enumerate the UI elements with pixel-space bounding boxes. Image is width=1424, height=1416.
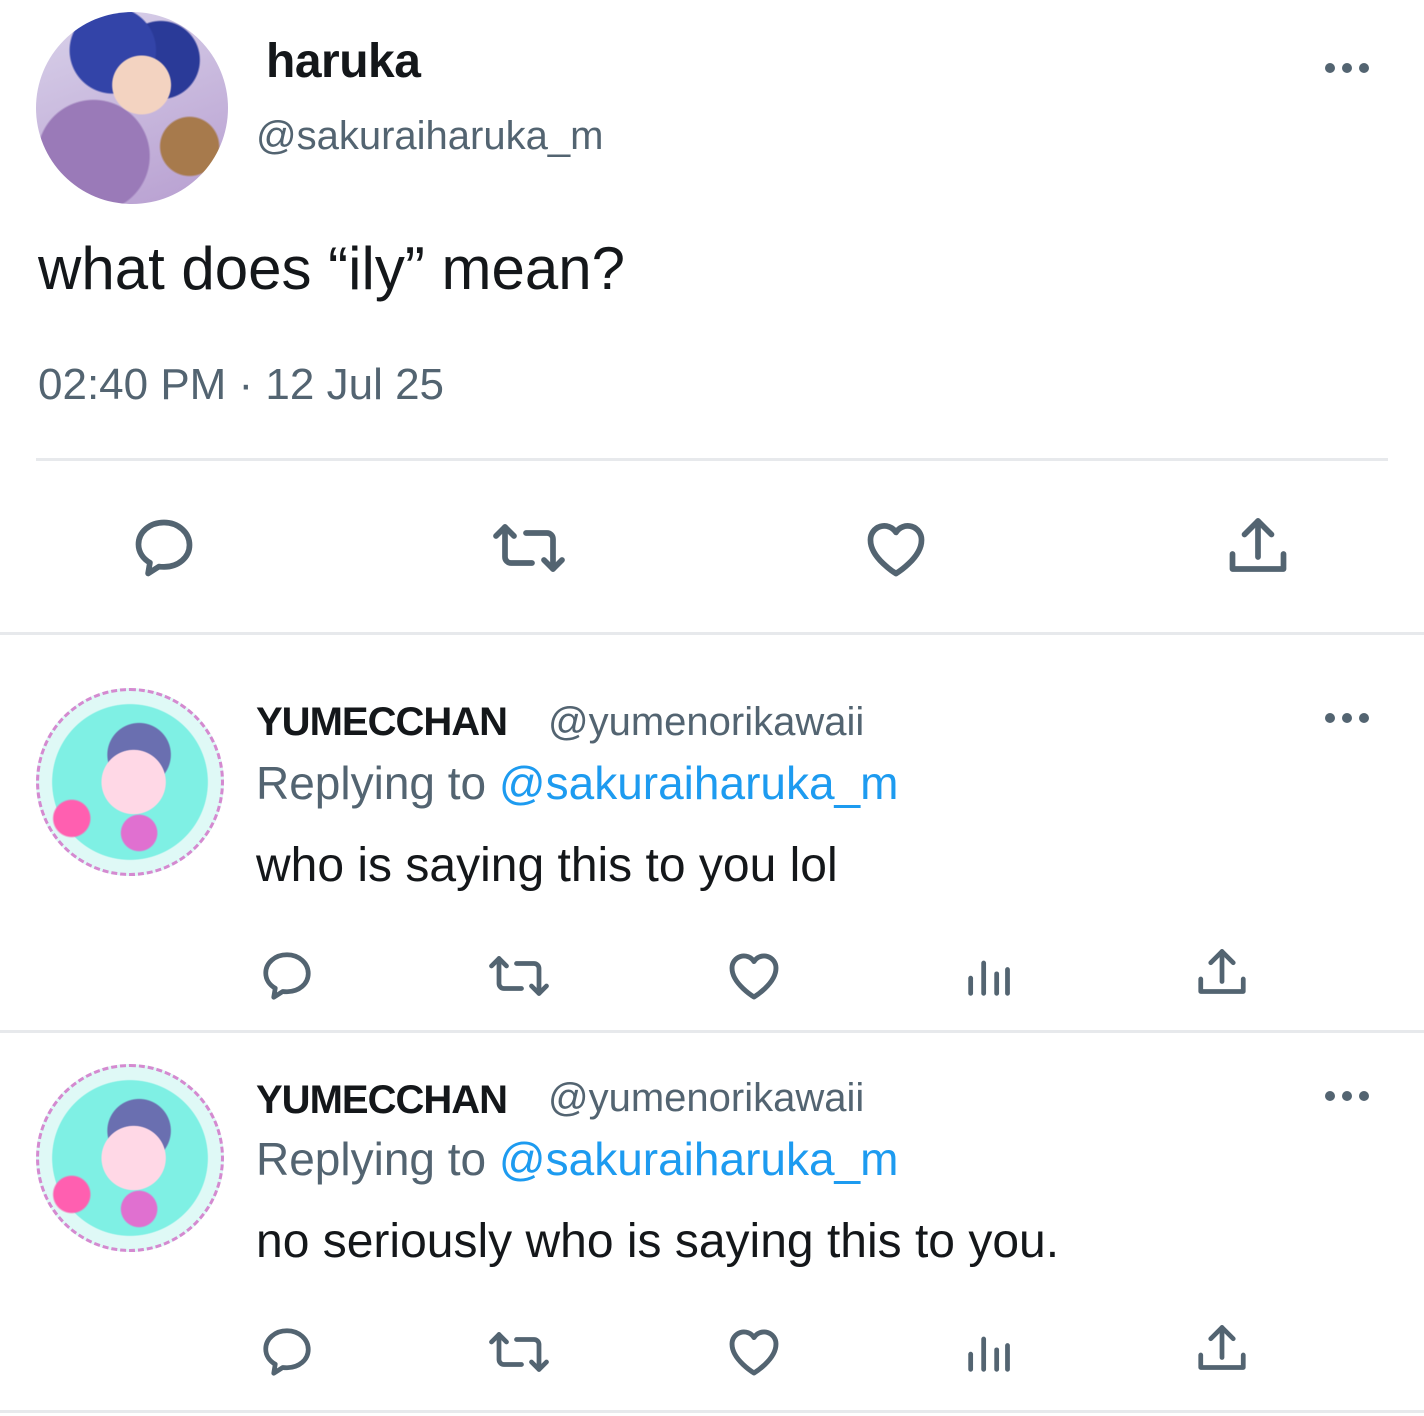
mention-link[interactable]: @sakuraiharuka_m [499, 757, 899, 809]
views-icon[interactable] [960, 950, 1016, 1002]
more-options-icon[interactable] [1322, 708, 1372, 728]
divider [0, 1030, 1424, 1033]
share-icon[interactable] [1192, 944, 1252, 1004]
divider [36, 458, 1388, 461]
reply-icon[interactable] [128, 512, 200, 584]
main-display-name[interactable]: haruka [266, 34, 421, 89]
replying-to-line: Replying to @sakuraiharuka_m [256, 756, 898, 810]
retweet-icon[interactable] [484, 1322, 554, 1382]
reply-display-name[interactable]: YUMECCHAN [256, 1078, 508, 1123]
reply-handle[interactable]: @yumenorikawaii [548, 1076, 864, 1121]
reply-avatar[interactable] [36, 688, 224, 876]
reply-handle[interactable]: @yumenorikawaii [548, 700, 864, 745]
retweet-icon[interactable] [490, 512, 568, 584]
share-icon[interactable] [1192, 1320, 1252, 1380]
main-tweet-text: what does “ily” mean? [38, 235, 625, 302]
heart-icon[interactable] [722, 1320, 786, 1382]
main-avatar[interactable] [36, 12, 228, 204]
mention-link[interactable]: @sakuraiharuka_m [499, 1133, 899, 1185]
heart-icon[interactable] [722, 944, 786, 1006]
divider [0, 632, 1424, 635]
divider [0, 1410, 1424, 1413]
main-handle[interactable]: @sakuraiharuka_m [256, 114, 603, 159]
main-timestamp[interactable]: 02:40 PM · 12 Jul 25 [38, 360, 444, 410]
heart-icon[interactable] [858, 512, 934, 584]
views-icon[interactable] [960, 1326, 1016, 1378]
replying-prefix: Replying to [256, 757, 499, 809]
more-options-icon[interactable] [1322, 1086, 1372, 1106]
share-icon[interactable] [1222, 512, 1294, 584]
reply-display-name[interactable]: YUMECCHAN [256, 700, 508, 745]
reply-avatar[interactable] [36, 1064, 224, 1252]
replying-prefix: Replying to [256, 1133, 499, 1185]
reply-text: who is saying this to you lol [256, 839, 838, 892]
more-options-icon[interactable] [1322, 58, 1372, 78]
reply-text: no seriously who is saying this to you. [256, 1215, 1060, 1268]
retweet-icon[interactable] [484, 946, 554, 1006]
reply-icon[interactable] [256, 1322, 318, 1382]
replying-to-line: Replying to @sakuraiharuka_m [256, 1132, 898, 1186]
reply-icon[interactable] [256, 946, 318, 1006]
